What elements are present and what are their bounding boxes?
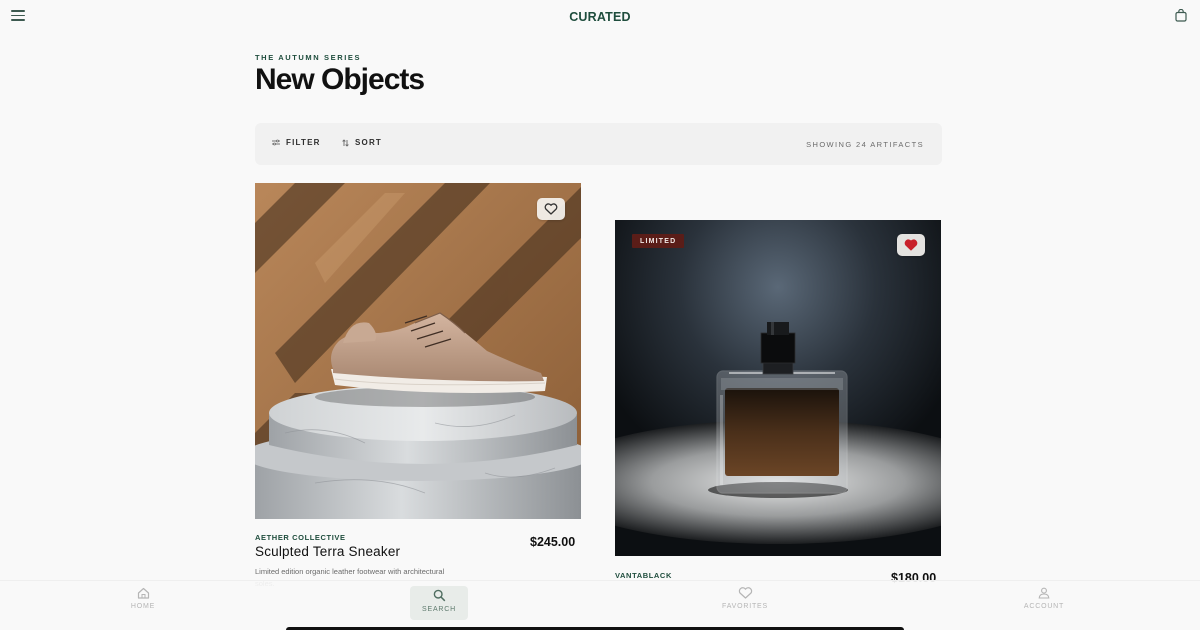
shopping-bag-icon[interactable]: [1175, 8, 1187, 22]
sort-label: SORT: [355, 138, 383, 147]
product-brand-2: VANTABLACK: [615, 571, 672, 580]
filter-toolbar: FILTER SORT SHOWING 24 ARTIFACTS: [255, 123, 942, 165]
bottom-nav: HOME SEARCH FAVORITES ACCOUNT: [0, 580, 1200, 630]
nav-favorites[interactable]: FAVORITES: [715, 587, 775, 619]
account-icon: [1038, 587, 1050, 599]
nav-home-label: HOME: [130, 603, 156, 610]
sort-button[interactable]: SORT: [342, 138, 382, 147]
filter-icon: [272, 139, 280, 146]
menu-icon[interactable]: [11, 10, 25, 22]
page-title: New Objects: [255, 63, 425, 96]
nav-account-label: ACCOUNT: [1023, 603, 1065, 610]
favorite-button[interactable]: [537, 198, 565, 220]
results-count: SHOWING 24 ARTIFACTS: [806, 140, 924, 149]
heart-icon: [738, 587, 752, 599]
home-icon: [137, 587, 149, 599]
heart-filled-icon: [904, 239, 918, 251]
brand-logo[interactable]: CURATED: [569, 10, 631, 24]
nav-favorites-label: FAVORITES: [722, 603, 768, 610]
filter-label: FILTER: [286, 138, 321, 147]
heart-outline-icon: [544, 203, 558, 215]
favorite-button-active[interactable]: [897, 234, 925, 256]
product-brand: AETHER COLLECTIVE: [255, 533, 346, 542]
search-icon: [433, 589, 445, 602]
limited-badge: LIMITED: [632, 234, 685, 248]
filter-button[interactable]: FILTER: [272, 138, 321, 147]
product-image-perfume[interactable]: [615, 220, 941, 556]
collection-kicker: THE AUTUMN SERIES: [255, 53, 362, 62]
product-image-sneaker[interactable]: [255, 183, 581, 519]
nav-search[interactable]: SEARCH: [410, 586, 468, 620]
nav-search-label: SEARCH: [422, 606, 456, 613]
nav-account[interactable]: ACCOUNT: [1014, 587, 1074, 619]
product-name[interactable]: Sculpted Terra Sneaker: [255, 544, 400, 559]
nav-home[interactable]: HOME: [113, 587, 173, 619]
product-price: $245.00: [530, 535, 576, 549]
sort-icon: [342, 138, 349, 147]
top-bar: CURATED: [0, 0, 1200, 34]
